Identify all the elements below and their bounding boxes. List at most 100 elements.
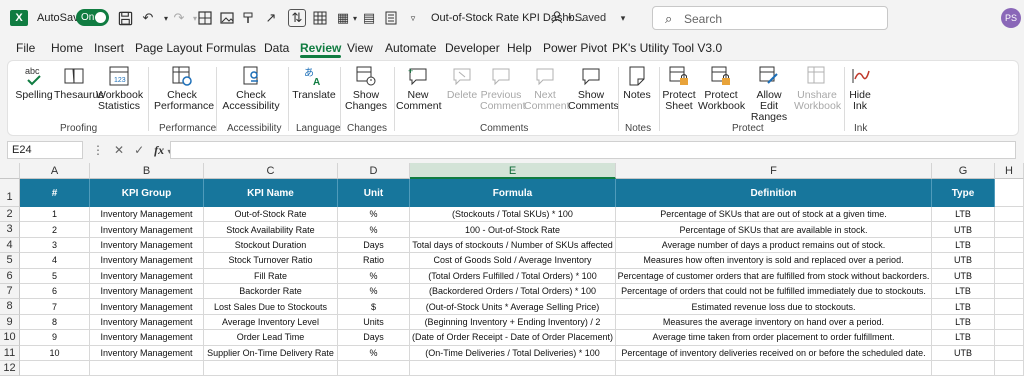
notes-button[interactable]: Notes xyxy=(620,65,654,101)
table-cell[interactable]: % xyxy=(338,207,410,223)
table-cell[interactable]: Inventory Management xyxy=(90,330,204,346)
row-header[interactable]: 12 xyxy=(0,361,20,377)
table-cell[interactable]: 5 xyxy=(20,268,90,284)
table-cell[interactable]: LTB xyxy=(932,330,995,346)
undo-icon[interactable]: ↶ xyxy=(139,9,157,27)
picture-icon[interactable] xyxy=(218,9,236,27)
table-cell[interactable]: Percentage of inventory deliveries recei… xyxy=(616,345,932,361)
empty-cell[interactable] xyxy=(995,330,1024,346)
table-cell[interactable]: Average time taken from order placement … xyxy=(616,330,932,346)
table-cell[interactable]: Measures the average inventory on hand o… xyxy=(616,314,932,331)
hide-ink-button[interactable]: Hide Ink xyxy=(846,65,874,112)
workbook-statistics-button[interactable]: 123 Workbook Statistics xyxy=(96,65,143,112)
table-cell[interactable]: 8 xyxy=(20,314,90,331)
translate-button[interactable]: あA Translate xyxy=(292,65,336,101)
autosave-toggle[interactable]: On xyxy=(76,9,109,26)
cancel-entry-icon[interactable]: ✕ xyxy=(114,143,124,157)
empty-cell[interactable] xyxy=(204,361,338,377)
table-cell[interactable]: Inventory Management xyxy=(90,222,204,238)
table-cell[interactable]: % xyxy=(338,284,410,300)
new-comment-button[interactable]: + New Comment xyxy=(396,65,442,112)
empty-cell[interactable] xyxy=(410,361,616,377)
row-header[interactable]: 11 xyxy=(0,345,20,361)
home-icon[interactable] xyxy=(22,181,36,193)
table-cell[interactable]: (Date of Order Receipt - Date of Order P… xyxy=(410,330,616,346)
table-cell[interactable]: Out-of-Stock Rate xyxy=(204,207,338,223)
avatar[interactable]: PS xyxy=(1001,8,1021,28)
tab-power-pivot[interactable]: Power Pivot xyxy=(543,41,607,55)
row-header[interactable]: 5 xyxy=(0,253,20,269)
column-header-h[interactable]: H xyxy=(995,163,1024,179)
table-cell[interactable]: Inventory Management xyxy=(90,237,204,254)
tab-file[interactable]: File xyxy=(16,41,35,55)
table-cell[interactable]: (Backordered Orders / Total Orders) * 10… xyxy=(410,284,616,300)
insert-function-button[interactable]: fx xyxy=(154,143,164,157)
table-cell[interactable]: Inventory Management xyxy=(90,299,204,315)
table-cell[interactable]: Supplier On-Time Delivery Rate xyxy=(204,345,338,361)
row-header[interactable]: 7 xyxy=(0,284,20,300)
row-header[interactable]: 3 xyxy=(0,222,20,238)
table-cell[interactable]: UTB xyxy=(932,253,995,269)
table-cell[interactable]: 6 xyxy=(20,284,90,300)
row-header[interactable]: 4 xyxy=(0,237,20,254)
calculator-icon[interactable]: ▤ xyxy=(360,9,378,27)
table-cell[interactable]: (On-Time Deliveries / Total Deliveries) … xyxy=(410,345,616,361)
table-cell[interactable]: Units xyxy=(338,314,410,331)
show-comments-button[interactable]: Show Comments xyxy=(568,65,619,112)
table-cell[interactable]: LTB xyxy=(932,299,995,315)
tab-data[interactable]: Data xyxy=(264,41,289,55)
confirm-entry-icon[interactable]: ✓ xyxy=(134,143,144,157)
column-header-f[interactable]: F xyxy=(616,163,932,179)
previous-comment-button[interactable]: Previous Comment xyxy=(480,65,526,112)
empty-cell[interactable] xyxy=(995,361,1024,377)
more-options-icon[interactable]: ⋮ xyxy=(92,143,104,157)
table-cell[interactable]: 7 xyxy=(20,299,90,315)
save-icon[interactable] xyxy=(116,9,134,27)
table-cell[interactable]: Stock Availability Rate xyxy=(204,222,338,238)
table-cell[interactable]: 1 xyxy=(20,207,90,223)
table-cell[interactable]: Average Inventory Level xyxy=(204,314,338,331)
show-changes-button[interactable]: Show Changes xyxy=(344,65,388,112)
search-box[interactable]: ⌕ Search xyxy=(652,6,888,30)
empty-cell[interactable] xyxy=(616,361,932,377)
row-header[interactable]: 1 xyxy=(0,179,20,207)
table-cell[interactable]: UTB xyxy=(932,222,995,238)
empty-cell[interactable] xyxy=(995,284,1024,300)
tab-home[interactable]: Home xyxy=(51,41,83,55)
empty-cell[interactable] xyxy=(995,345,1024,361)
table-cell[interactable]: (Out-of-Stock Units * Average Selling Pr… xyxy=(410,299,616,315)
table-cell[interactable]: Ratio xyxy=(338,253,410,269)
protect-workbook-button[interactable]: Protect Workbook xyxy=(698,65,745,112)
table-cell[interactable]: Inventory Management xyxy=(90,284,204,300)
table-cell[interactable]: Fill Rate xyxy=(204,268,338,284)
table-cell[interactable]: LTB xyxy=(932,284,995,300)
table-cell[interactable]: Backorder Rate xyxy=(204,284,338,300)
table-cell[interactable]: Days xyxy=(338,330,410,346)
empty-cell[interactable] xyxy=(995,253,1024,269)
borders-icon[interactable] xyxy=(196,9,214,27)
table-header-cell[interactable]: Formula xyxy=(410,179,616,207)
protect-sheet-button[interactable]: Protect Sheet xyxy=(660,65,698,112)
empty-cell[interactable] xyxy=(932,361,995,377)
table-cell[interactable]: Order Lead Time xyxy=(204,330,338,346)
table-cell[interactable]: Percentage of orders that could not be f… xyxy=(616,284,932,300)
column-header-a[interactable]: A xyxy=(20,163,90,179)
column-header-g[interactable]: G xyxy=(932,163,995,179)
table-cell[interactable]: UTB xyxy=(932,345,995,361)
tab-pk-utility-tool[interactable]: PK's Utility Tool V3.0 xyxy=(612,41,722,55)
sort-icon[interactable]: ⇅ xyxy=(288,9,306,27)
unshare-workbook-button[interactable]: Unshare Workbook xyxy=(794,65,841,112)
empty-cell[interactable] xyxy=(995,268,1024,284)
row-header[interactable]: 2 xyxy=(0,207,20,223)
row-header[interactable]: 9 xyxy=(0,314,20,331)
table-cell[interactable]: UTB xyxy=(932,268,995,284)
allow-edit-ranges-button[interactable]: Allow Edit Ranges xyxy=(746,65,792,123)
empty-cell[interactable] xyxy=(995,207,1024,223)
empty-cell[interactable] xyxy=(20,361,90,377)
format-painter-icon[interactable] xyxy=(240,9,258,27)
table-cell[interactable]: LTB xyxy=(932,314,995,331)
row-header[interactable]: 10 xyxy=(0,330,20,346)
empty-cell[interactable] xyxy=(995,237,1024,254)
empty-cell[interactable] xyxy=(995,314,1024,331)
table-cell[interactable]: Average number of days a product remains… xyxy=(616,237,932,254)
